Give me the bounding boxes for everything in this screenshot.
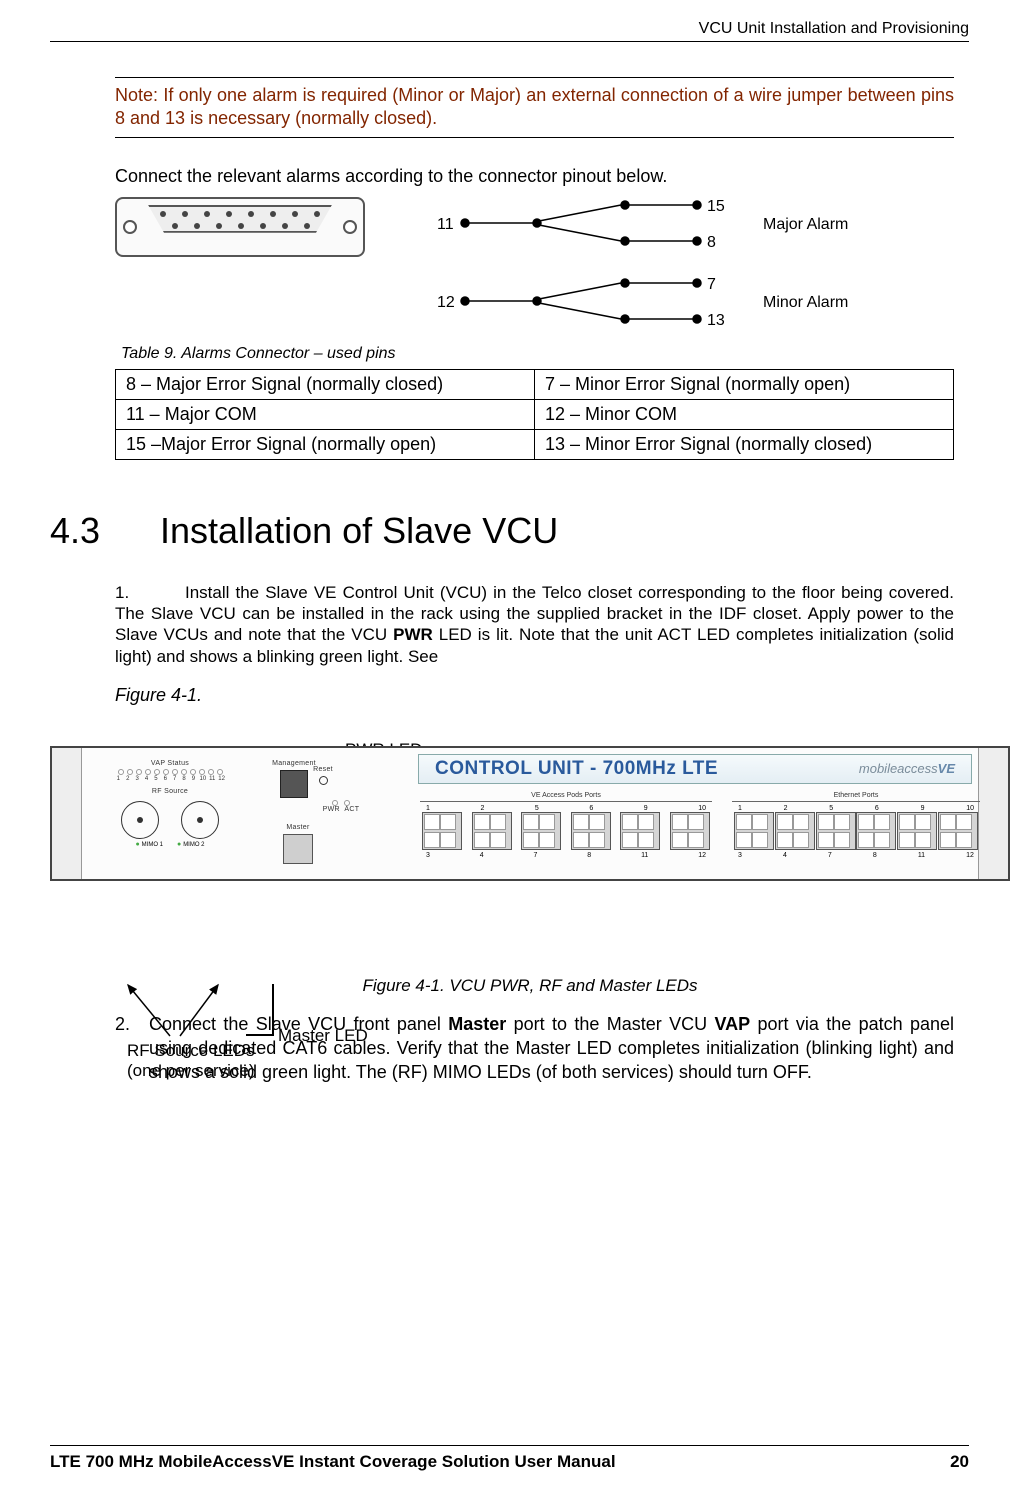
vcu-unit-diagram: PWR LED CONTROL UNIT - 700MHz LTE mobile… [50, 746, 1010, 996]
table-row: 8 – Major Error Signal (normally closed)… [116, 369, 954, 399]
vap-status-block: VAP Status 123456789101112 RF Source MIM… [92, 760, 248, 848]
pin-7-label: 7 [707, 276, 716, 293]
mimo2-label: MIMO 2 [177, 841, 205, 848]
step-1: 1.Install the Slave VE Control Unit (VCU… [115, 582, 954, 667]
pwr-act-block: PWR ACT [316, 800, 366, 813]
unit-title: CONTROL UNIT - 700MHz LTE [435, 758, 718, 780]
db15-connector-icon [115, 197, 365, 257]
pin-table: 8 – Major Error Signal (normally closed)… [115, 369, 954, 460]
master-led-callout: Master LED [278, 1026, 368, 1046]
ve-access-port-bank: VE Access Pods Ports 1256910 34781112 [420, 792, 712, 859]
minor-alarm-label: Minor Alarm [763, 294, 848, 311]
page-number: 20 [950, 1452, 969, 1472]
figure-reference: Figure 4-1. [115, 685, 954, 706]
rack-ear-right [978, 748, 1008, 879]
rf-connectors [92, 801, 248, 839]
mimo1-label: MIMO 1 [135, 841, 163, 848]
pin-12-label: 12 [437, 294, 455, 311]
unit-title-bar: CONTROL UNIT - 700MHz LTE mobileaccessVE [418, 754, 972, 784]
reset-hole-icon [319, 776, 328, 785]
footer-title: LTE 700 MHz MobileAccessVE Instant Cover… [50, 1452, 616, 1472]
rf-source-leds-callout: RF Source LEDs(one per service) [127, 1041, 255, 1082]
connect-paragraph: Connect the relevant alarms according to… [115, 166, 954, 187]
rf-leds-arrows [110, 981, 260, 1041]
table-caption: Table 9. Alarms Connector – used pins [121, 345, 954, 363]
mimo1-connector-icon [121, 801, 159, 839]
note-box: Note: If only one alarm is required (Min… [115, 77, 954, 138]
wiring-svg: 11 15 8 Major Alarm 12 7 13 Minor Alarm [405, 197, 885, 337]
table-row: 15 –Major Error Signal (normally open)13… [116, 429, 954, 459]
table-row: 11 – Major COM12 – Minor COM [116, 399, 954, 429]
vap-nums: 123456789101112 [92, 776, 248, 782]
major-alarm-label: Major Alarm [763, 216, 848, 233]
ethernet-port-bank: Ethernet Ports 1256910 34781112 [732, 792, 980, 859]
rack-ear-left [52, 748, 82, 879]
mimo2-connector-icon [181, 801, 219, 839]
master-port-icon [283, 834, 313, 864]
section-number: 4.3 [50, 510, 160, 552]
page-content: Note: If only one alarm is required (Min… [50, 42, 969, 1085]
running-header: VCU Unit Installation and Provisioning [50, 20, 969, 41]
pin-13-label: 13 [707, 312, 725, 329]
pin-8-label: 8 [707, 234, 716, 251]
pin-15-label: 15 [707, 198, 725, 215]
pinout-diagram: 11 15 8 Major Alarm 12 7 13 Minor Alarm [115, 197, 954, 337]
vap-led-row [92, 769, 248, 775]
master-block: Master [272, 824, 324, 864]
pin-11-label: 11 [437, 216, 454, 233]
step-number: 1. [115, 582, 185, 603]
reset-block: Reset [310, 766, 336, 785]
section-heading: 4.3Installation of Slave VCU [50, 510, 954, 552]
master-led-leader-line [246, 1034, 274, 1036]
vcu-front-panel: CONTROL UNIT - 700MHz LTE mobileaccessVE… [50, 746, 1010, 881]
page-footer: LTE 700 MHz MobileAccessVE Instant Cover… [50, 1445, 969, 1472]
management-port-icon [280, 770, 308, 798]
brand-label: mobileaccessVE [859, 761, 955, 776]
section-title: Installation of Slave VCU [160, 510, 558, 551]
